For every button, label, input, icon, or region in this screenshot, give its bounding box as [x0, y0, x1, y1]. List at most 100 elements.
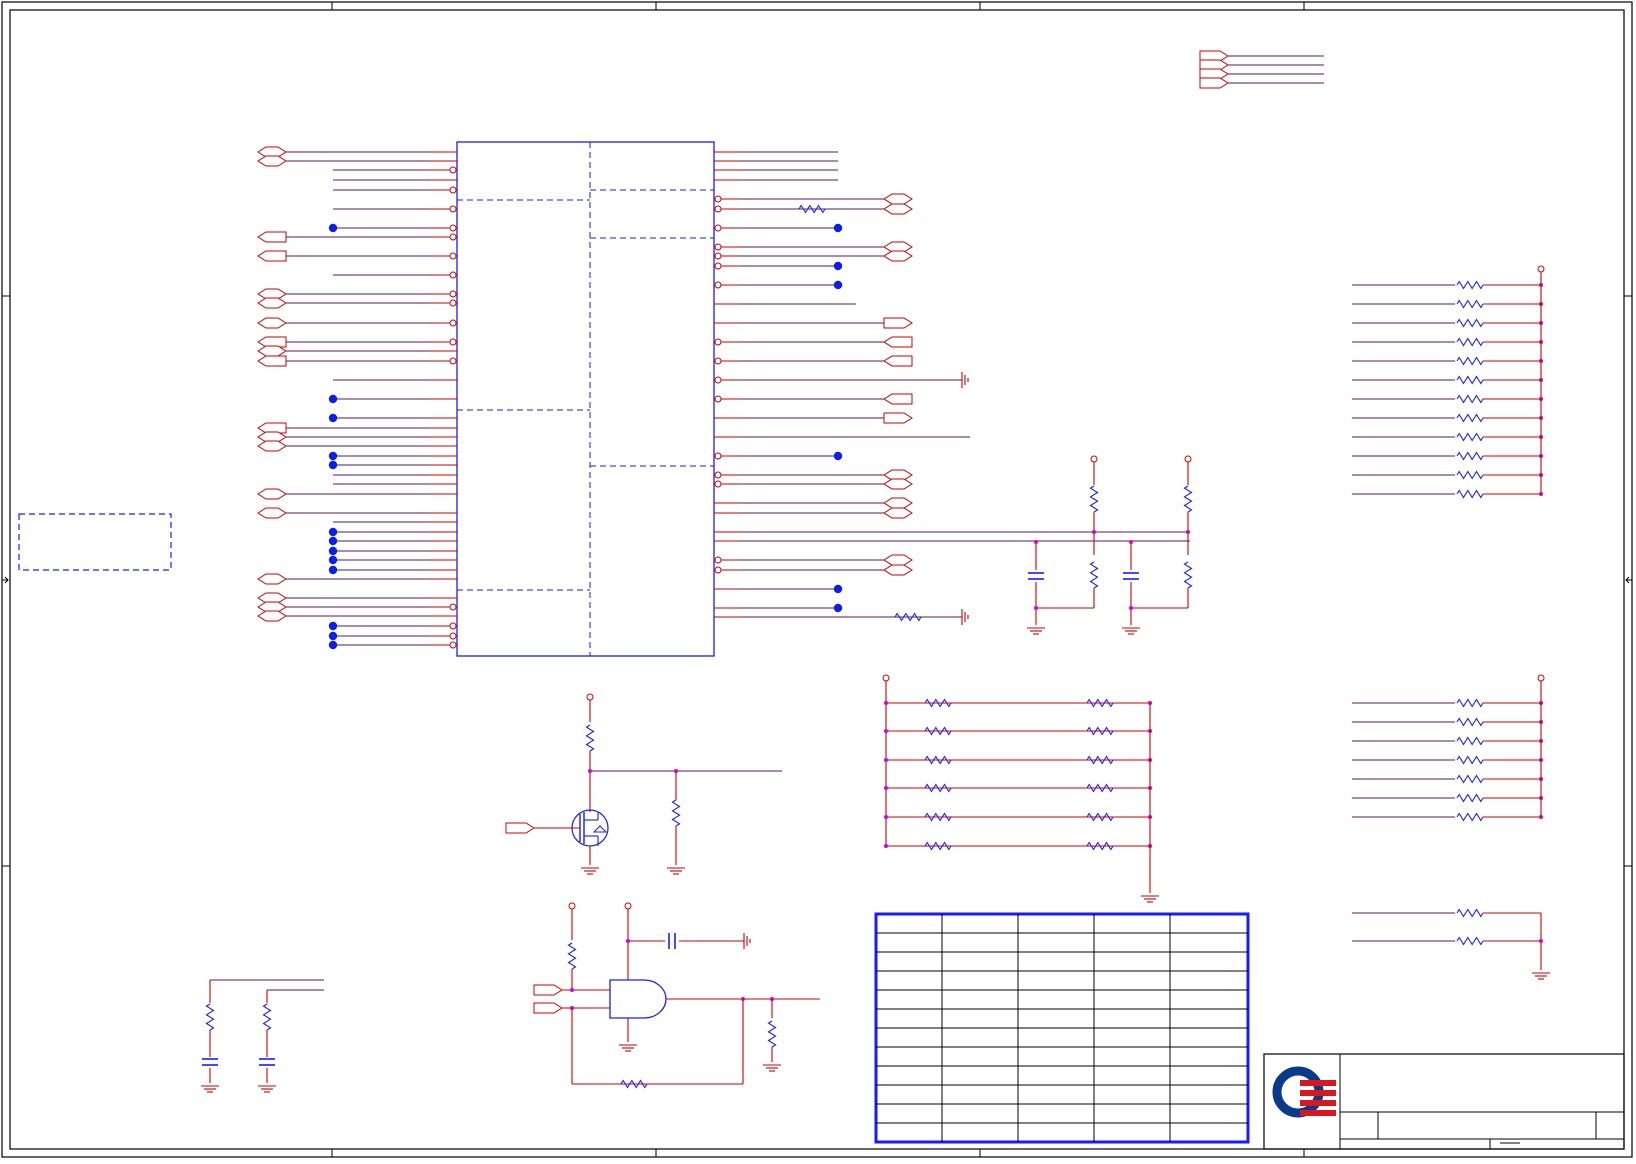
pin-ring: [714, 252, 722, 260]
off-page-port: [257, 231, 287, 243]
capacitor: [202, 1058, 218, 1066]
resistor: [1086, 726, 1114, 736]
off-page-port: [883, 564, 913, 576]
off-page-port: [257, 440, 287, 452]
quanta-logo: [1272, 1066, 1336, 1118]
and-gate: [609, 979, 667, 1019]
resistor: [1456, 375, 1484, 385]
pin-ring: [449, 252, 457, 260]
ground-symbol: [619, 1044, 637, 1052]
pin-ring: [714, 338, 722, 346]
pin-ring: [449, 290, 457, 298]
pin-ring: [714, 566, 722, 574]
off-page-port: [257, 155, 287, 167]
pin-ring: [449, 271, 457, 279]
pin-ring: [714, 556, 722, 564]
junction-dot: [328, 460, 338, 470]
pin-ring: [449, 357, 457, 365]
resistor: [1086, 841, 1114, 851]
off-page-port: [257, 317, 287, 329]
off-page-port: [257, 250, 287, 262]
off-page-port: [257, 355, 287, 367]
off-page-port: [257, 610, 287, 622]
port-stack-top: [1199, 50, 1324, 89]
resistor: [924, 841, 952, 851]
junction-dot: [833, 584, 843, 594]
off-page-port: [257, 507, 287, 519]
revision-table: [874, 912, 1250, 1144]
resistor: [894, 612, 922, 622]
junction-dot: [328, 631, 338, 641]
pin-ring: [714, 395, 722, 403]
note-box: [18, 513, 172, 571]
resistor: [262, 1003, 272, 1031]
off-page-port: [1199, 77, 1229, 89]
ic-right-nets: [714, 151, 1190, 625]
resistor: [1086, 783, 1114, 793]
pullup-bank-bottom: [1352, 908, 1550, 980]
mosfet-circuit: [505, 693, 782, 875]
resistor: [924, 698, 952, 708]
pin-ring: [714, 357, 722, 365]
ground-symbol: [667, 867, 685, 875]
resistor: [585, 724, 595, 752]
off-page-port: [883, 497, 913, 509]
pin-dot: [1034, 606, 1038, 610]
junction-dot: [328, 555, 338, 565]
pin-ring: [449, 299, 457, 307]
off-page-port: [533, 1002, 563, 1014]
off-page-port: [883, 478, 913, 490]
ground-symbol: [201, 1085, 219, 1093]
off-page-port: [533, 984, 563, 996]
pin-ring: [714, 376, 722, 384]
pin-ring: [586, 693, 594, 701]
resistor: [205, 1003, 215, 1031]
rc-dividers: [1027, 455, 1193, 635]
pin-dot: [1034, 540, 1038, 544]
off-page-port: [257, 488, 287, 500]
resistor: [924, 726, 952, 736]
pin-ring: [714, 243, 722, 251]
pin-dot: [884, 844, 888, 848]
ground-symbol: [1141, 895, 1159, 903]
ground-symbol: [258, 1085, 276, 1093]
ground-symbol: [581, 867, 599, 875]
pin-ring: [449, 641, 457, 649]
off-page-port: [257, 573, 287, 585]
pin-ring: [882, 674, 890, 682]
capacitor: [1028, 572, 1044, 580]
ic-package: [456, 141, 715, 657]
pin-ring: [449, 233, 457, 241]
resistor: [1456, 337, 1484, 347]
junction-dot: [328, 451, 338, 461]
pin-ring: [714, 205, 722, 213]
off-page-port: [257, 297, 287, 309]
off-page-port: [883, 317, 913, 329]
ground-symbol: [961, 372, 969, 388]
pin-dot: [1129, 540, 1133, 544]
pin-dot: [626, 939, 630, 943]
ic-left-nets: [257, 146, 457, 650]
resistor: [1456, 936, 1484, 946]
pin-dot: [884, 701, 888, 705]
resistor: [567, 942, 577, 970]
off-page-port: [883, 193, 913, 205]
resistor: [671, 799, 681, 827]
off-page-port: [883, 203, 913, 215]
pin-ring: [714, 262, 722, 270]
pullup-bank-upper: [1352, 265, 1545, 499]
junction-dot: [833, 451, 843, 461]
resistor: [924, 783, 952, 793]
resistor: [1456, 356, 1484, 366]
bottom-left-rc: [201, 979, 324, 1093]
pin-ring: [714, 281, 722, 289]
resistor: [1086, 698, 1114, 708]
resistor: [1456, 470, 1484, 480]
capacitor: [668, 933, 676, 949]
resistor: [798, 204, 826, 214]
off-page-port: [883, 336, 913, 348]
pin-ring: [568, 902, 576, 910]
off-page-port: [883, 507, 913, 519]
ground-symbol: [743, 933, 751, 949]
junction-dot: [833, 261, 843, 271]
